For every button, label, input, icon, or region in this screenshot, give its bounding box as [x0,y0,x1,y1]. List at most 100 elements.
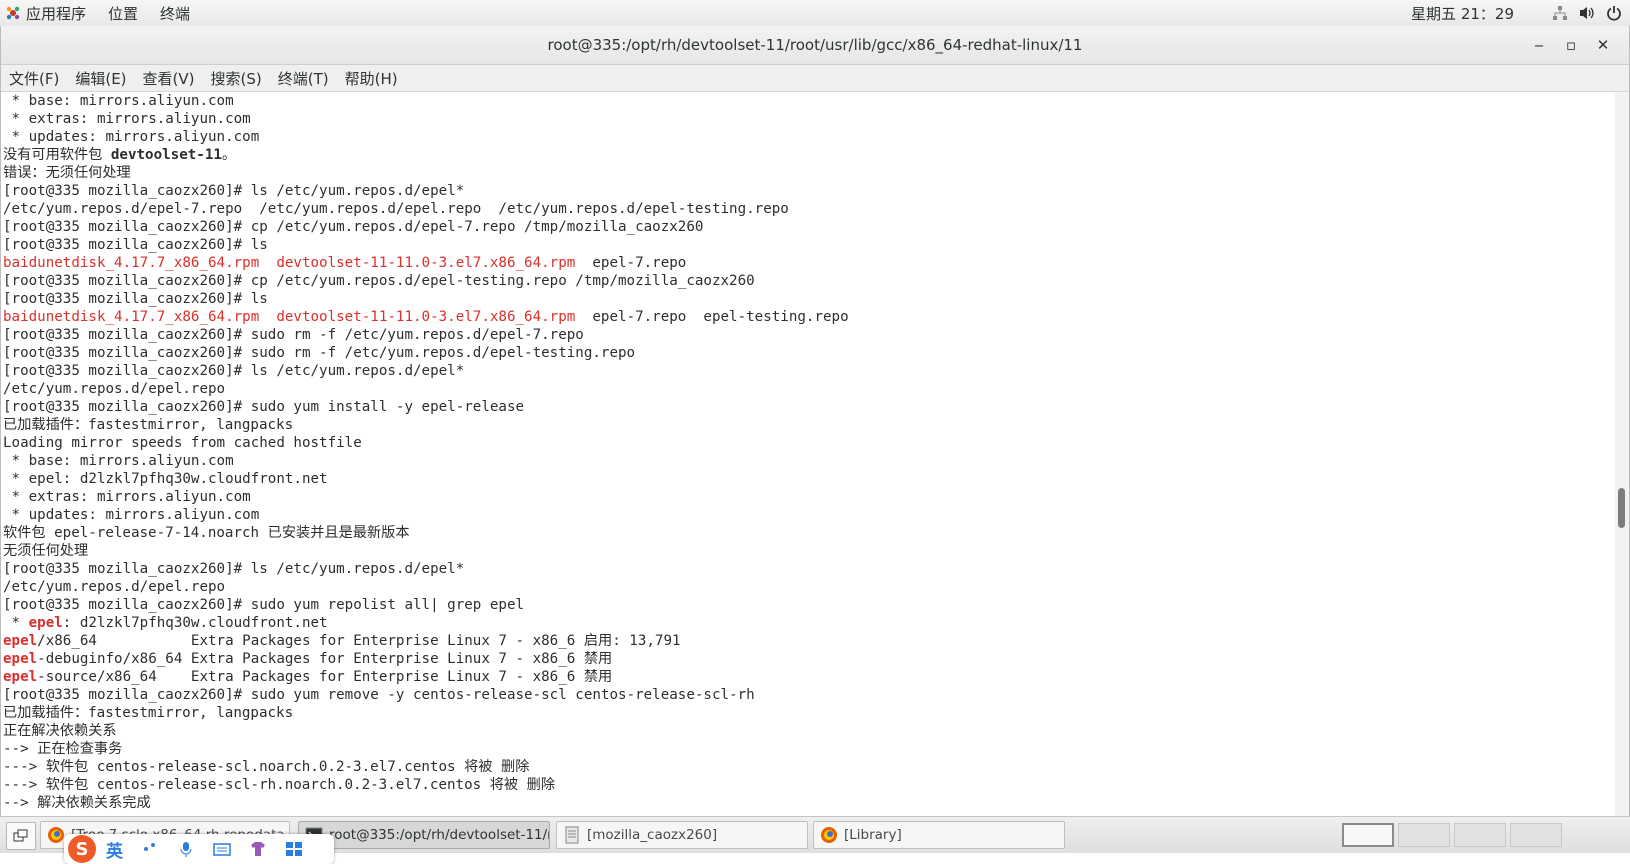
ime-logo-icon[interactable]: S [68,835,96,863]
terminal-line: ---> 软件包 centos-release-scl.noarch.0.2-3… [1,758,1615,776]
task-firefox-library[interactable]: [Library] [813,821,1065,849]
terminal-text: * updates: mirrors.aliyun.com [3,129,260,145]
colored-output: epel [28,615,63,631]
window-title: root@335:/opt/rh/devtoolset-11/root/usr/… [547,36,1083,54]
terminal-line: Loading mirror speeds from cached hostfi… [1,434,1615,452]
menu-edit[interactable]: 编辑(E) [67,68,134,89]
terminal-text: * updates: mirrors.aliyun.com [3,507,260,523]
scrollbar-thumb[interactable] [1618,488,1625,528]
colored-output: devtoolset-11-11.0-3.el7.x86_64.rpm [276,255,576,271]
toolbox-icon[interactable] [285,841,303,857]
places-menu[interactable]: 位置 [108,3,138,24]
terminal-text: /etc/yum.repos.d/epel.repo [3,381,226,397]
colored-output: devtoolset-11 [110,147,222,163]
maximize-button[interactable]: ▫ [1555,29,1587,61]
terminal-text: -debuginfo/x86_64 Extra Packages for Ent… [37,651,613,667]
terminal-line: [root@335 mozilla_caozx260]# sudo rm -f … [1,326,1615,344]
terminal-text: [root@335 mozilla_caozx260]# cp /etc/yum… [3,219,704,235]
network-icon[interactable] [1552,5,1568,21]
terminal-line: * extras: mirrors.aliyun.com [1,110,1615,128]
menu-terminal[interactable]: 终端(T) [270,68,337,89]
menu-help[interactable]: 帮助(H) [337,68,406,89]
task-file-manager[interactable]: [mozilla_caozx260] [556,821,808,849]
terminal-text: [root@335 mozilla_caozx260]# cp /etc/yum… [3,273,755,289]
terminal-line: ---> 软件包 centos-release-scl-rh.noarch.0.… [1,776,1615,794]
terminal-text: * base: mirrors.aliyun.com [3,93,234,109]
terminal-text: 。 [221,147,237,163]
applications-menu[interactable]: 应用程序 [4,3,86,24]
terminal-line: [root@335 mozilla_caozx260]# sudo yum in… [1,398,1615,416]
terminal-text: 无须任何处理 [3,543,89,559]
terminal-text: * extras: mirrors.aliyun.com [3,111,251,127]
file-manager-icon [565,826,579,844]
terminal-text: [root@335 mozilla_caozx260]# sudo rm -f … [3,345,636,361]
terminal-line: baidunetdisk_4.17.7_x86_64.rpm devtoolse… [1,308,1615,326]
terminal-line: [root@335 mozilla_caozx260]# sudo yum re… [1,686,1615,704]
terminal-text: [root@335 mozilla_caozx260]# ls /etc/yum… [3,363,465,379]
ime-mode[interactable]: 英 [106,837,123,862]
window-titlebar[interactable]: root@335:/opt/rh/devtoolset-11/root/usr/… [1,26,1629,65]
menu-search[interactable]: 搜索(S) [203,68,270,89]
terminal-line: * updates: mirrors.aliyun.com [1,506,1615,524]
terminal-line: 正在解决依赖关系 [1,722,1615,740]
terminal-text: -source/x86_64 Extra Packages for Enterp… [37,669,613,685]
menu-file[interactable]: 文件(F) [1,68,67,89]
terminal-text: /etc/yum.repos.d/epel-7.repo /etc/yum.re… [3,201,789,217]
colored-output: epel [3,651,38,667]
terminal-text: [root@335 mozilla_caozx260]# ls /etc/yum… [3,183,465,199]
workspace-3[interactable] [1454,823,1506,847]
terminal-line: epel-debuginfo/x86_64 Extra Packages for… [1,650,1615,668]
task-terminal[interactable]: root@335:/opt/rh/devtoolset-11/r... [298,821,550,849]
terminal-text: 已加载插件：fastestmirror, langpacks [3,705,294,721]
terminal-line: * updates: mirrors.aliyun.com [1,128,1615,146]
skin-icon[interactable] [249,841,267,857]
close-button[interactable]: ✕ [1587,29,1619,61]
task-label: [mozilla_caozx260] [587,827,718,843]
minimize-button[interactable]: ‒ [1523,29,1555,61]
colored-output: devtoolset-11-11.0-3.el7.x86_64.rpm [276,309,576,325]
colored-output: baidunetdisk_4.17.7_x86_64.rpm [3,309,260,325]
ime-toolbar[interactable]: S 英 [64,834,334,864]
clock[interactable]: 星期五 21：29 [1411,3,1514,24]
terminal-line: * base: mirrors.aliyun.com [1,92,1615,110]
workspace-1[interactable] [1342,823,1394,847]
show-desktop-button[interactable] [6,822,36,850]
terminal-text: --> 解决依赖关系完成 [3,795,151,811]
terminal-text: : d2lzkl7pfhq30w.cloudfront.net [62,615,328,631]
firefox-icon [821,827,837,843]
volume-icon[interactable] [1578,5,1596,21]
terminal-scrollbar[interactable] [1615,92,1629,816]
menu-bar: 文件(F) 编辑(E) 查看(V) 搜索(S) 终端(T) 帮助(H) [1,65,1629,92]
applications-label: 应用程序 [26,4,87,23]
terminal-text: [root@335 mozilla_caozx260]# sudo yum in… [3,399,525,415]
terminal-text: * base: mirrors.aliyun.com [3,453,234,469]
workspace-2[interactable] [1398,823,1450,847]
terminal-text: ---> 软件包 centos-release-scl-rh.noarch.0.… [3,777,556,793]
terminal-menu[interactable]: 终端 [160,3,190,24]
terminal-line: baidunetdisk_4.17.7_x86_64.rpm devtoolse… [1,254,1615,272]
terminal-output[interactable]: * base: mirrors.aliyun.com * extras: mir… [1,92,1615,816]
terminal-text: 已加载插件：fastestmirror, langpacks [3,417,294,433]
firefox-icon [48,827,64,843]
power-icon[interactable] [1606,5,1622,21]
terminal-text: [root@335 mozilla_caozx260]# ls [3,237,268,253]
terminal-line: [root@335 mozilla_caozx260]# sudo rm -f … [1,344,1615,362]
colored-output: epel [3,633,38,649]
terminal-line: * epel: d2lzkl7pfhq30w.cloudfront.net [1,470,1615,488]
terminal-line: --> 正在检查事务 [1,740,1615,758]
terminal-line: [root@335 mozilla_caozx260]# cp /etc/yum… [1,218,1615,236]
terminal-line: [root@335 mozilla_caozx260]# ls [1,290,1615,308]
menu-view[interactable]: 查看(V) [135,68,203,89]
terminal-text: Loading mirror speeds from cached hostfi… [3,435,362,451]
punctuation-icon[interactable] [141,841,159,857]
terminal-text: 正在解决依赖关系 [3,723,117,739]
task-label: root@335:/opt/rh/devtoolset-11/r... [329,827,550,843]
microphone-icon[interactable] [177,841,195,857]
workspace-4[interactable] [1510,823,1562,847]
terminal-line: /etc/yum.repos.d/epel-7.repo /etc/yum.re… [1,200,1615,218]
terminal-line: [root@335 mozilla_caozx260]# cp /etc/yum… [1,272,1615,290]
keyboard-icon[interactable] [213,841,231,857]
terminal-line: [root@335 mozilla_caozx260]# ls /etc/yum… [1,362,1615,380]
